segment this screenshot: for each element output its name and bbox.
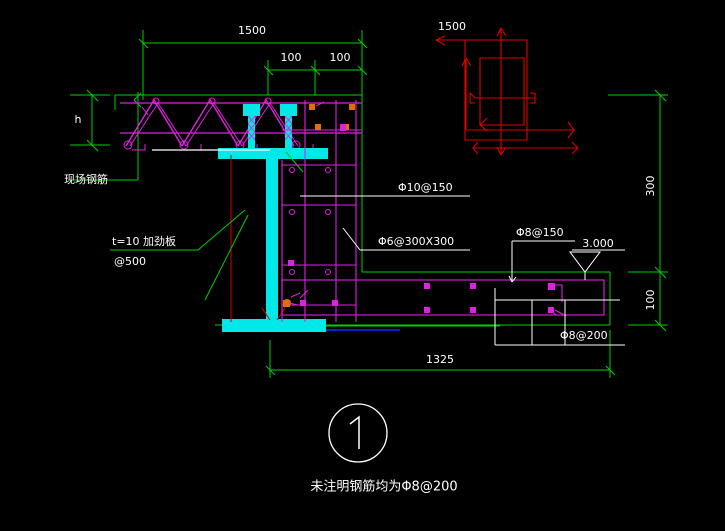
structure-outline [68,92,611,326]
label-stirrup-rebar: Φ8@150 [516,226,564,239]
label-level-mark: 3.000 [582,237,614,250]
top-dimension-group [138,30,368,100]
label-stiffener-spacing: @500 [114,255,146,268]
cad-vector-layer: 1500 100 100 h 现场钢筋 t=10 加劲板 @500 Φ10@15… [64,20,668,495]
label-stiffener-spec: t=10 加劲板 [112,234,176,248]
dim-bottom-overall: 1325 [426,353,454,366]
drawing-note: 未注明钢筋均为Φ8@200 [310,479,457,495]
label-slab-top-rebar: Φ10@150 [398,181,453,194]
right-dimension-group [608,89,668,332]
dim-top-overall: 1500 [238,24,266,37]
truss-rebar-group [120,97,362,151]
label-bottom-rebar: Φ8@200 [560,329,608,342]
bottom-slab-rebar [281,279,605,317]
dim-detail-width: 1500 [438,20,466,33]
stiffener-leader-line [204,214,249,301]
dim-top-seg-left: 100 [281,51,302,64]
dim-left-height: h [75,113,82,126]
label-tie-rebar: Φ6@300X300 [378,235,454,248]
steel-i-beam [218,148,328,332]
detail-circle-marker [328,403,388,463]
shear-stud-group [243,104,297,148]
cad-drawing-canvas: 1500 100 100 h 现场钢筋 t=10 加劲板 @500 Φ10@15… [0,0,725,531]
dim-top-seg-right: 100 [330,51,351,64]
red-detail-view [435,27,620,156]
dim-right-upper: 300 [644,176,657,197]
dim-right-lower: 100 [644,290,657,311]
label-site-rebar: 现场钢筋 [64,172,108,186]
